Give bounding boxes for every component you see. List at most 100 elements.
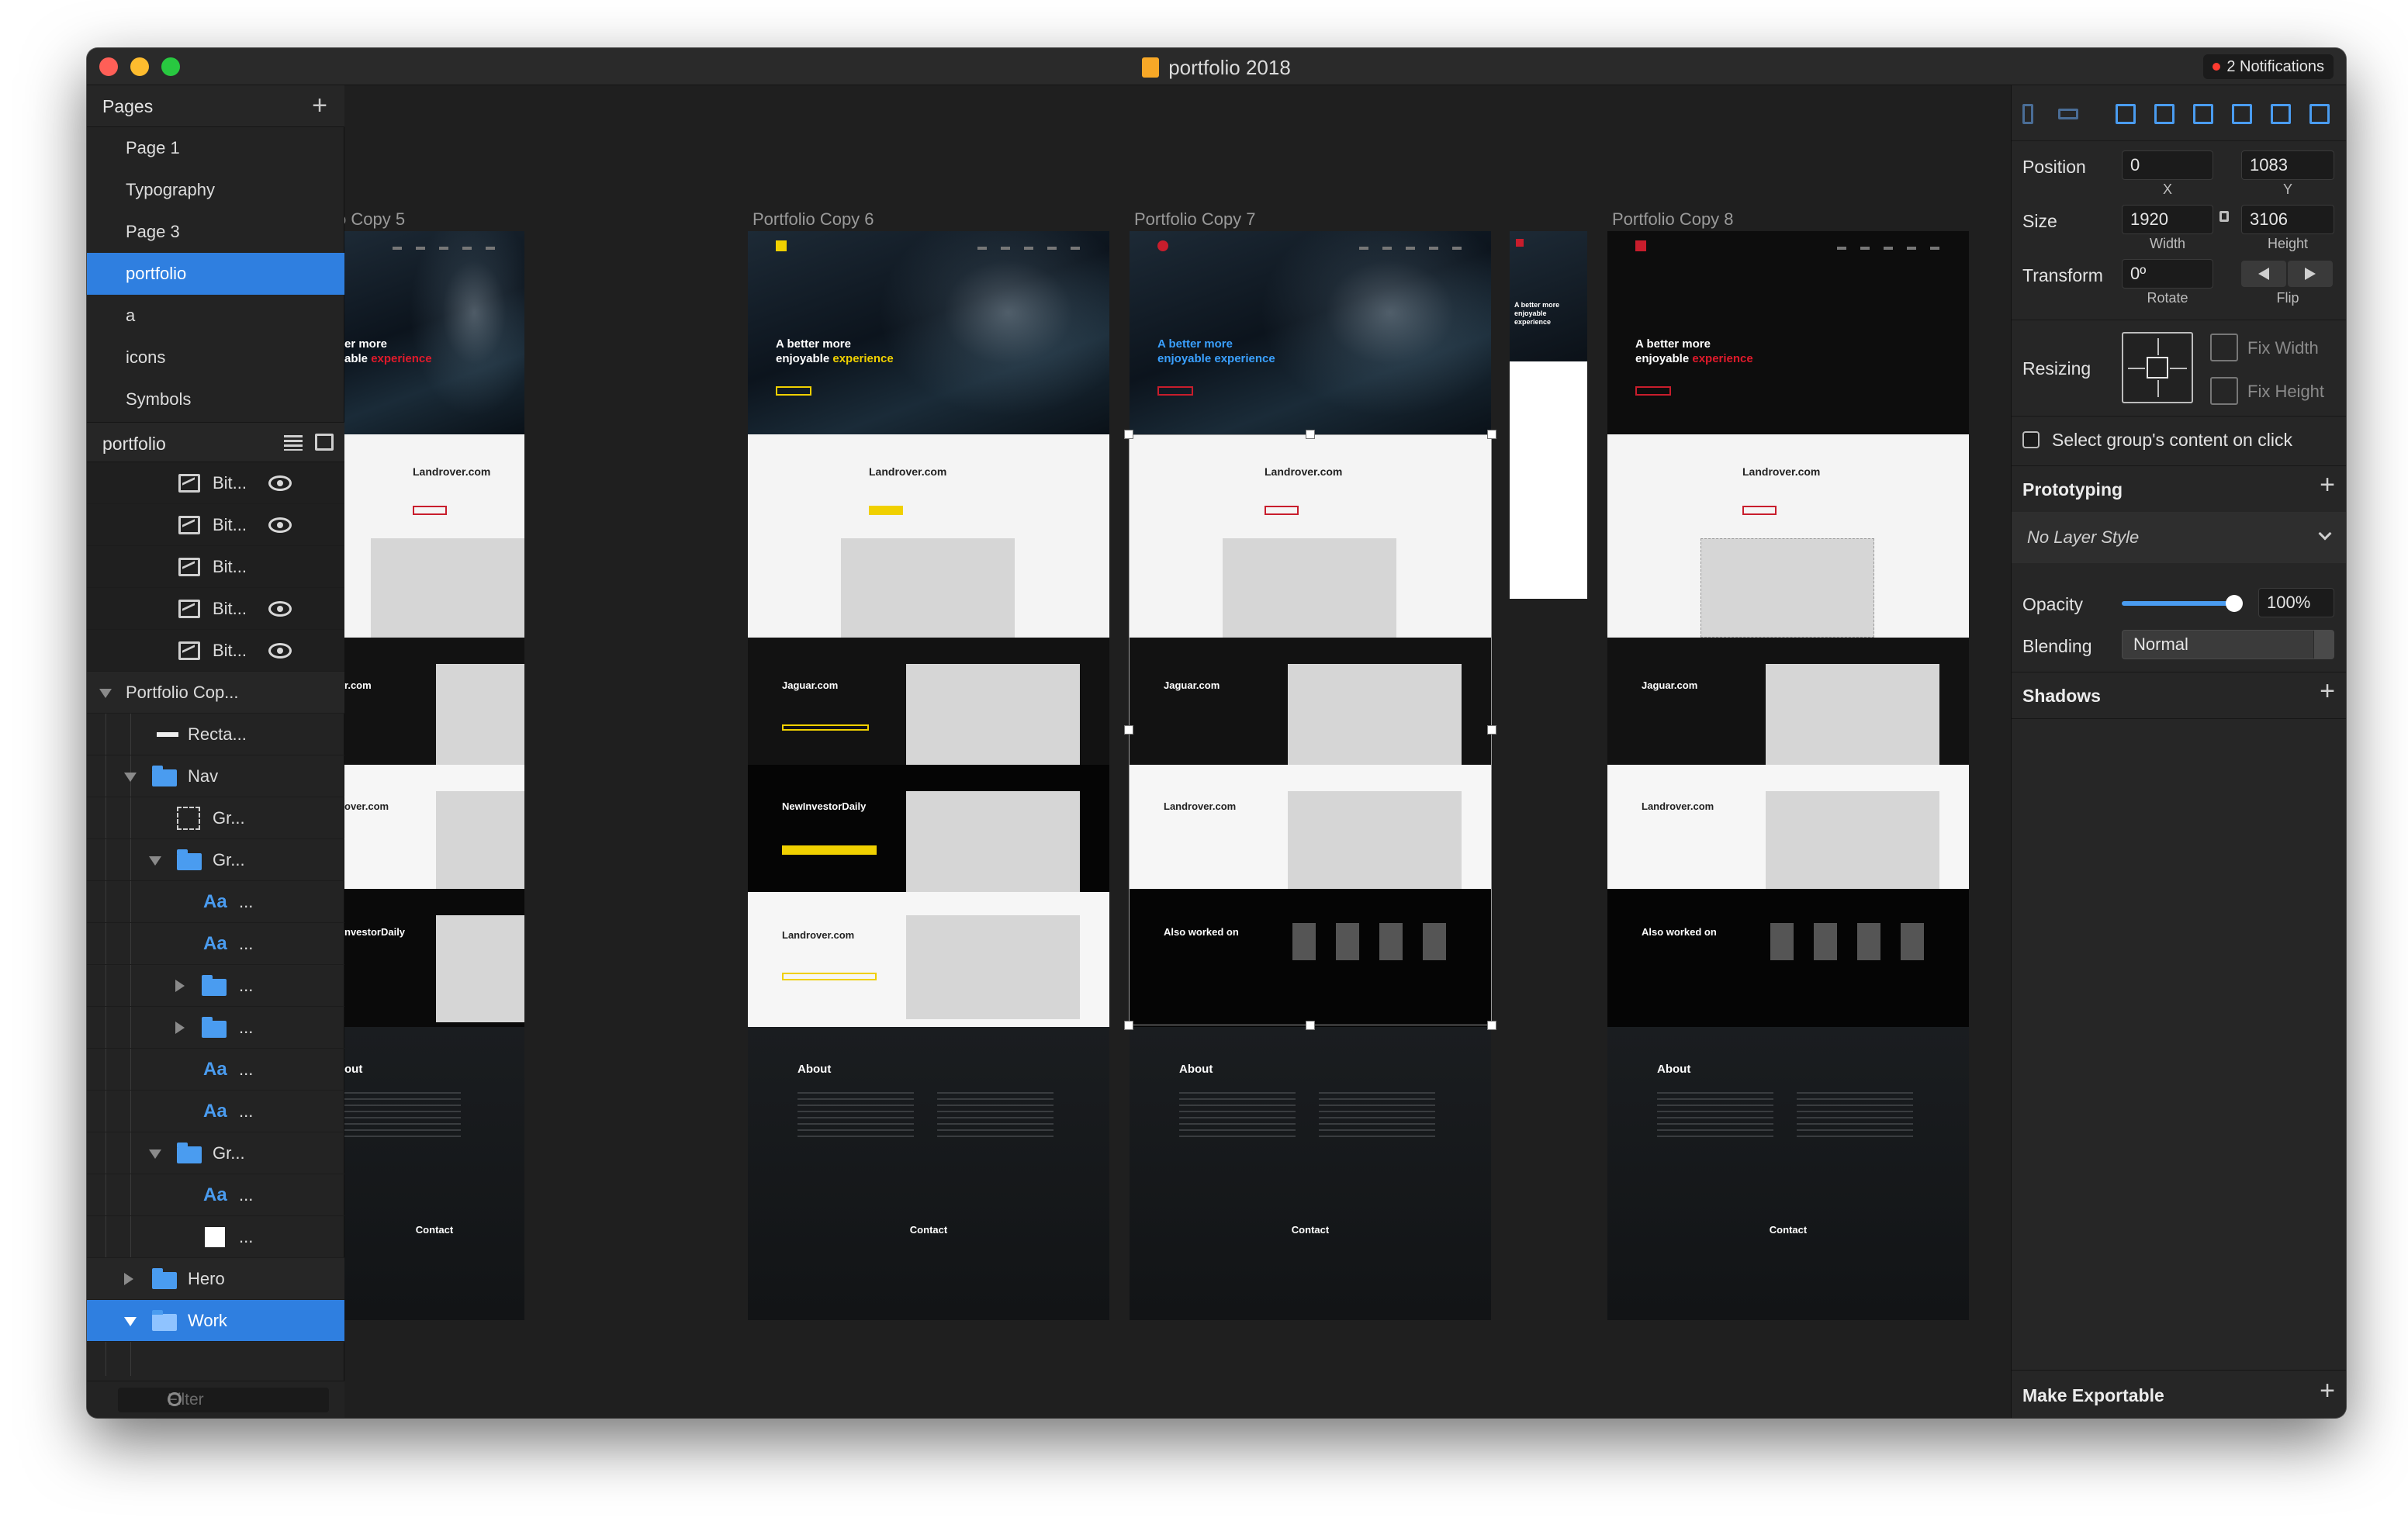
page-item[interactable]: icons bbox=[87, 337, 344, 379]
layer-row[interactable]: Bit... bbox=[87, 630, 344, 672]
disclosure-right-icon[interactable] bbox=[175, 1022, 185, 1034]
opacity-slider[interactable] bbox=[2122, 588, 2243, 619]
resize-handle[interactable] bbox=[1124, 1021, 1133, 1030]
page-item[interactable]: a bbox=[87, 295, 344, 337]
resizing-inner-box[interactable] bbox=[2147, 357, 2168, 379]
disclosure-down-icon[interactable] bbox=[149, 856, 161, 866]
add-export-button[interactable]: + bbox=[2320, 1376, 2335, 1406]
align-middle-icon[interactable] bbox=[2271, 104, 2291, 124]
selection-frame[interactable] bbox=[1129, 434, 1492, 1025]
flip-horizontal-button[interactable] bbox=[2241, 261, 2286, 287]
layer-row[interactable]: Aa ... bbox=[87, 881, 344, 923]
disclosure-down-icon[interactable] bbox=[124, 1317, 137, 1326]
artboard[interactable]: A better more enjoyable experience Landr… bbox=[1607, 231, 1969, 1320]
resize-handle[interactable] bbox=[1487, 1021, 1496, 1030]
lock-proportions-icon[interactable] bbox=[2219, 211, 2229, 222]
fix-width-icon[interactable] bbox=[2210, 334, 2238, 361]
artboard[interactable]: er more able experience Landrover.com r.… bbox=[344, 231, 524, 1320]
opacity-slider-thumb[interactable] bbox=[2226, 595, 2243, 612]
add-prototyping-button[interactable]: + bbox=[2320, 470, 2335, 500]
layer-row[interactable]: Gr... bbox=[87, 1132, 344, 1174]
layer-row[interactable]: Nav bbox=[87, 755, 344, 797]
list-view-icon[interactable] bbox=[284, 435, 303, 451]
page-item[interactable]: Symbols bbox=[87, 379, 344, 420]
resize-handle[interactable] bbox=[1124, 725, 1133, 735]
layer-row[interactable]: ... bbox=[87, 965, 344, 1007]
layer-row[interactable]: Recta... bbox=[87, 714, 344, 755]
resize-handle[interactable] bbox=[1487, 725, 1496, 735]
artboard-label[interactable]: Portfolio Copy 8 bbox=[1612, 209, 1734, 230]
visibility-eye-icon[interactable] bbox=[268, 601, 292, 617]
select-group-content-checkbox[interactable] bbox=[2022, 431, 2040, 448]
resizing-constraints-widget[interactable] bbox=[2122, 332, 2193, 403]
opacity-slider-track[interactable] bbox=[2122, 601, 2234, 606]
disclosure-down-icon[interactable] bbox=[99, 689, 112, 698]
resize-handle[interactable] bbox=[1306, 430, 1315, 439]
align-center-horizontal-icon[interactable] bbox=[2154, 104, 2174, 124]
disclosure-right-icon[interactable] bbox=[124, 1273, 133, 1285]
visibility-eye-icon[interactable] bbox=[268, 643, 292, 659]
distribute-vertical-icon[interactable] bbox=[2058, 109, 2078, 119]
pin-top[interactable] bbox=[2157, 338, 2159, 355]
add-shadow-button[interactable]: + bbox=[2320, 676, 2335, 707]
layer-row[interactable]: Aa ... bbox=[87, 1174, 344, 1216]
mini-artboard[interactable]: A better more enjoyable experience bbox=[1510, 231, 1587, 599]
height-input[interactable]: 3106 bbox=[2241, 205, 2334, 234]
pin-right[interactable] bbox=[2170, 368, 2187, 369]
layer-row-selected[interactable]: Work bbox=[87, 1300, 344, 1342]
layer-row-artboard[interactable]: Portfolio Cop... bbox=[87, 672, 344, 714]
align-left-icon[interactable] bbox=[2116, 104, 2136, 124]
layer-row[interactable]: Bit... bbox=[87, 546, 344, 588]
pin-left[interactable] bbox=[2128, 368, 2145, 369]
fix-height-label[interactable]: Fix Height bbox=[2247, 382, 2324, 402]
align-right-icon[interactable] bbox=[2193, 104, 2213, 124]
align-top-icon[interactable] bbox=[2232, 104, 2252, 124]
visibility-eye-icon[interactable] bbox=[268, 517, 292, 533]
page-item-selected[interactable]: portfolio bbox=[87, 253, 344, 295]
width-input[interactable]: 1920 bbox=[2122, 205, 2213, 234]
page-item[interactable]: Page 1 bbox=[87, 127, 344, 169]
collapse-layers-icon[interactable] bbox=[315, 434, 334, 451]
opacity-input[interactable]: 100% bbox=[2258, 588, 2334, 617]
align-bottom-icon[interactable] bbox=[2309, 104, 2330, 124]
artboard-label[interactable]: Portfolio Copy 7 bbox=[1134, 209, 1256, 230]
text-layer-icon: Aa bbox=[203, 1059, 227, 1080]
layer-row[interactable]: Aa ... bbox=[87, 1049, 344, 1091]
layer-row[interactable]: Gr... bbox=[87, 839, 344, 881]
disclosure-down-icon[interactable] bbox=[149, 1149, 161, 1159]
page-item[interactable]: Typography bbox=[87, 169, 344, 211]
add-page-button[interactable]: + bbox=[307, 92, 332, 119]
fix-width-label[interactable]: Fix Width bbox=[2247, 338, 2319, 358]
notifications-badge[interactable]: 2 Notifications bbox=[2203, 54, 2334, 79]
position-x-input[interactable]: 0 bbox=[2122, 150, 2213, 180]
layer-row[interactable]: ... bbox=[87, 1216, 344, 1258]
resize-handle[interactable] bbox=[1124, 430, 1133, 439]
design-canvas[interactable]: o Copy 5 er more able experience Landrov… bbox=[344, 85, 2011, 1418]
layer-row[interactable]: Bit... bbox=[87, 504, 344, 546]
position-y-input[interactable]: 1083 bbox=[2241, 150, 2334, 180]
artboard-label[interactable]: o Copy 5 bbox=[344, 209, 405, 230]
pin-bottom[interactable] bbox=[2157, 380, 2159, 397]
disclosure-down-icon[interactable] bbox=[124, 773, 137, 782]
flip-vertical-button[interactable] bbox=[2288, 261, 2333, 287]
layer-row[interactable]: Hero bbox=[87, 1258, 344, 1300]
resize-handle[interactable] bbox=[1306, 1021, 1315, 1030]
layer-style-dropdown[interactable]: No Layer Style bbox=[2012, 512, 2346, 563]
layer-row[interactable]: Bit... bbox=[87, 588, 344, 630]
artboard-label[interactable]: Portfolio Copy 6 bbox=[752, 209, 874, 230]
fix-height-icon[interactable] bbox=[2210, 377, 2238, 405]
layer-row[interactable]: Aa ... bbox=[87, 923, 344, 965]
layer-row[interactable]: Bit... bbox=[87, 462, 344, 504]
layer-row[interactable]: ... bbox=[87, 1007, 344, 1049]
layer-row[interactable]: Gr... bbox=[87, 797, 344, 839]
layer-row[interactable]: Aa ... bbox=[87, 1091, 344, 1132]
distribute-horizontal-icon[interactable] bbox=[2022, 104, 2033, 124]
disclosure-right-icon[interactable] bbox=[175, 980, 185, 992]
page-item[interactable]: Page 3 bbox=[87, 211, 344, 253]
resize-handle[interactable] bbox=[1487, 430, 1496, 439]
visibility-eye-icon[interactable] bbox=[268, 475, 292, 491]
rotate-input[interactable]: 0º bbox=[2122, 259, 2213, 289]
blending-select[interactable]: Normal bbox=[2122, 630, 2334, 659]
artboard[interactable]: A better more enjoyable experience Landr… bbox=[748, 231, 1109, 1320]
layer-filter-input[interactable]: Filter bbox=[118, 1388, 329, 1412]
